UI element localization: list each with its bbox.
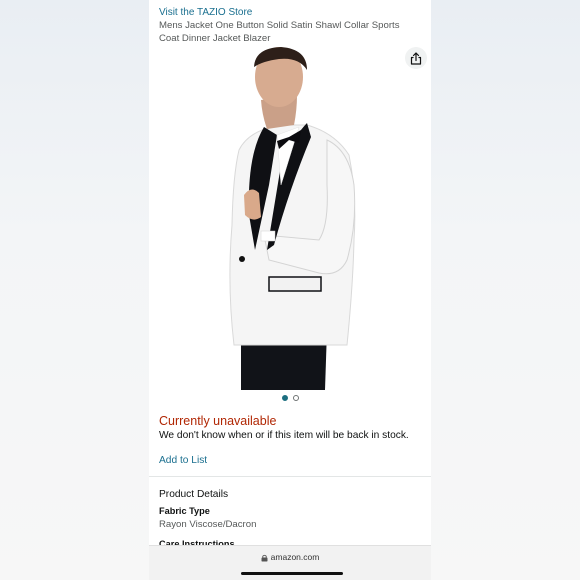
product-title: Mens Jacket One Button Solid Satin Shawl… bbox=[159, 20, 400, 44]
model-in-white-jacket-image bbox=[229, 47, 356, 390]
share-icon bbox=[410, 51, 422, 65]
store-link[interactable]: Visit the TAZIO Store bbox=[159, 7, 252, 18]
availability-status: Currently unavailable bbox=[159, 414, 277, 428]
share-button[interactable] bbox=[405, 47, 427, 69]
fabric-type-value: Rayon Viscose/Dacron bbox=[159, 519, 257, 530]
lock-icon bbox=[261, 554, 268, 562]
image-carousel-dots bbox=[149, 395, 431, 401]
home-indicator bbox=[241, 571, 343, 575]
phone-screen: Visit the TAZIO Store Mens Jacket One Bu… bbox=[149, 0, 431, 580]
product-image[interactable] bbox=[149, 45, 431, 390]
section-divider bbox=[149, 476, 431, 477]
url-text: amazon.com bbox=[270, 552, 320, 562]
carousel-dot-2[interactable] bbox=[292, 395, 299, 401]
product-details-title: Product Details bbox=[159, 489, 229, 500]
fabric-type-label: Fabric Type bbox=[159, 506, 210, 516]
browser-url-bar[interactable]: amazon.com bbox=[149, 545, 431, 580]
add-to-list-link[interactable]: Add to List bbox=[159, 455, 207, 466]
stock-message: We don't know when or if this item will … bbox=[159, 430, 409, 441]
url-display[interactable]: amazon.com bbox=[149, 552, 431, 562]
carousel-dot-1[interactable] bbox=[281, 395, 288, 401]
